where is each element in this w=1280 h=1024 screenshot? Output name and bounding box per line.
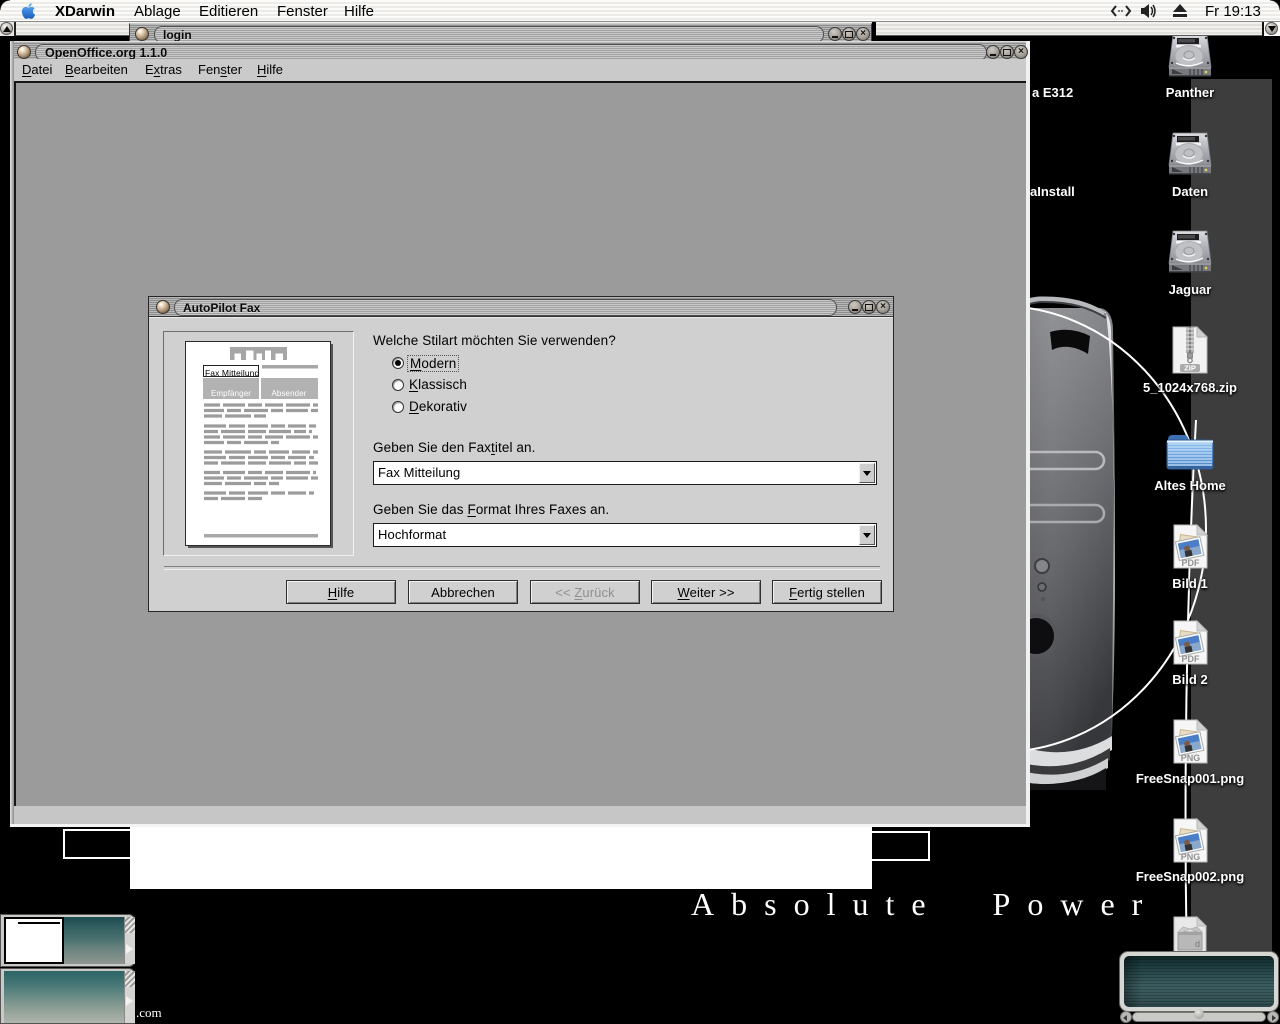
svg-text:PDF: PDF bbox=[1182, 558, 1201, 568]
svg-text:Absender: Absender bbox=[271, 389, 306, 398]
svg-text:PDF: PDF bbox=[1182, 654, 1201, 664]
svg-text:ZIP: ZIP bbox=[1184, 364, 1196, 373]
svg-text:PNG: PNG bbox=[1181, 753, 1201, 763]
svg-text:PNG: PNG bbox=[1181, 852, 1201, 862]
svg-text:d: d bbox=[1195, 939, 1200, 949]
svg-text:Empfänger: Empfänger bbox=[211, 389, 251, 398]
